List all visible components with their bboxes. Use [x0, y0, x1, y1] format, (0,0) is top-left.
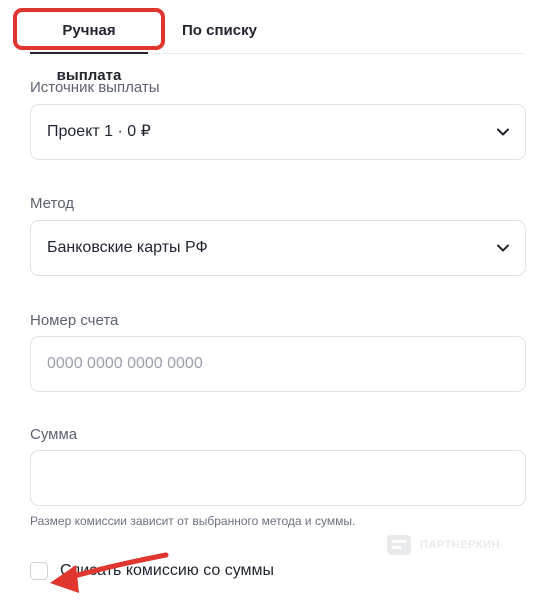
account-number-label: Номер счета	[30, 312, 119, 329]
annotation-highlight-box	[13, 8, 165, 50]
amount-label: Сумма	[30, 426, 78, 443]
partnerkin-logo-icon	[387, 535, 411, 555]
fee-hint: Размер комиссии зависит от выбранного ме…	[30, 514, 356, 528]
source-select-value: Проект 1 · 0 ₽	[47, 123, 151, 140]
source-select[interactable]: Проект 1 · 0 ₽	[30, 104, 526, 160]
deduct-fee-label[interactable]: Списать комиссию со суммы	[60, 562, 274, 580]
method-select-value: Банковские карты РФ	[47, 239, 208, 256]
chevron-down-icon	[497, 244, 509, 252]
deduct-fee-checkbox[interactable]	[30, 562, 48, 580]
tab-by-list[interactable]: По списку	[182, 8, 257, 53]
account-number-field	[30, 336, 526, 392]
amount-input[interactable]	[31, 451, 525, 505]
amount-field	[30, 450, 526, 506]
watermark: ПАРТНЕРКИН	[386, 532, 500, 558]
chevron-down-icon	[497, 128, 509, 136]
method-label: Метод	[30, 195, 74, 212]
account-number-input[interactable]	[31, 337, 525, 391]
source-label: Источник выплаты	[30, 79, 160, 96]
method-select[interactable]: Банковские карты РФ	[30, 220, 526, 276]
watermark-text: ПАРТНЕРКИН	[420, 539, 500, 551]
